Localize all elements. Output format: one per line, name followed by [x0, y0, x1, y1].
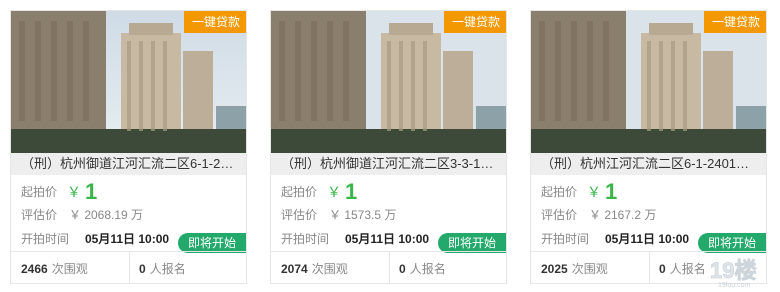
card-footer: 2074 次围观 0 人报名	[271, 251, 506, 283]
property-title[interactable]: （刑）杭州御道江河汇流二区6-1-2801及-1-...	[11, 153, 246, 175]
status-badge: 即将开始	[177, 233, 246, 253]
signups-label: 人报名	[669, 262, 706, 276]
signups-label: 人报名	[149, 262, 186, 276]
eval-price-row: 评估价 ￥ 2068.19 万	[21, 203, 241, 227]
views-label: 次围观	[571, 262, 608, 276]
start-time-value: 05月11日 10:00	[85, 232, 170, 246]
start-time-label: 开拍时间	[541, 232, 590, 246]
loan-tag[interactable]: 一键贷款	[443, 11, 506, 33]
signups-count: 0	[399, 262, 406, 276]
site-watermark-logo: 19楼 19lou.com	[710, 258, 757, 288]
property-title[interactable]: （刑）杭州江河汇流二区6-1-2401及4-1-...	[531, 153, 766, 175]
start-time-label: 开拍时间	[21, 232, 70, 246]
auction-card-2[interactable]: 一键贷款 （刑）杭州御道江河汇流二区3-3-1201及-1-... 起拍价￥1 …	[270, 10, 507, 284]
currency-symbol: ￥	[327, 183, 341, 200]
footer-divider	[389, 252, 390, 283]
svg-text:19楼: 19楼	[710, 258, 756, 283]
loan-tag[interactable]: 一键贷款	[183, 11, 246, 33]
start-price-value: 1	[85, 178, 98, 204]
views-label: 次围观	[311, 262, 348, 276]
signups-stat: 0 人报名	[659, 252, 706, 283]
loan-tag[interactable]: 一键贷款	[703, 11, 766, 33]
property-photo[interactable]: 一键贷款	[271, 11, 506, 153]
start-price-label: 起拍价	[541, 184, 578, 199]
start-price-value: 1	[345, 178, 358, 204]
signups-stat: 0 人报名	[139, 252, 186, 283]
property-photo[interactable]: 一键贷款	[11, 11, 246, 153]
eval-price-label: 评估价	[281, 208, 318, 222]
signups-count: 0	[139, 262, 146, 276]
eval-price-label: 评估价	[541, 208, 578, 222]
views-count: 2025	[541, 262, 568, 276]
status-badge: 即将开始	[437, 233, 506, 253]
property-title[interactable]: （刑）杭州御道江河汇流二区3-3-1201及-1-...	[271, 153, 506, 175]
start-price-label: 起拍价	[21, 184, 58, 199]
signups-stat: 0 人报名	[399, 252, 446, 283]
views-label: 次围观	[51, 262, 88, 276]
eval-price-row: 评估价 ￥ 2167.2 万	[541, 203, 761, 227]
eval-price-value: ￥ 2167.2 万	[589, 208, 657, 222]
card-footer: 2466 次围观 0 人报名	[11, 251, 246, 283]
status-badge: 即将开始	[697, 233, 766, 253]
views-stat: 2074 次围观	[281, 252, 348, 283]
svg-text:19lou.com: 19lou.com	[718, 282, 750, 288]
eval-price-row: 评估价 ￥ 1573.5 万	[281, 203, 501, 227]
start-price-label: 起拍价	[281, 184, 318, 199]
auction-card-1[interactable]: 一键贷款 （刑）杭州御道江河汇流二区6-1-2801及-1-... 起拍价￥1 …	[10, 10, 247, 284]
auction-card-3[interactable]: 一键贷款 （刑）杭州江河汇流二区6-1-2401及4-1-... 起拍价 ￥ 1 评…	[530, 10, 767, 284]
start-price-value: 1	[605, 178, 618, 204]
eval-price-value: ￥ 1573.5 万	[329, 208, 397, 222]
eval-price-value: ￥ 2068.19 万	[69, 208, 144, 222]
views-count: 2074	[281, 262, 308, 276]
footer-divider	[649, 252, 650, 283]
views-stat: 2466 次围观	[21, 252, 88, 283]
start-price-row: 起拍价 ￥ 1	[21, 179, 241, 203]
start-price-row: 起拍价 ￥ 1	[541, 179, 761, 203]
signups-count: 0	[659, 262, 666, 276]
start-time-value: 05月11日 10:00	[605, 232, 690, 246]
currency-symbol: ￥	[587, 183, 601, 200]
signups-label: 人报名	[409, 262, 446, 276]
start-price-row: 起拍价 ￥ 1	[281, 179, 501, 203]
eval-price-label: 评估价	[21, 208, 58, 222]
property-photo[interactable]: 一键贷款	[531, 11, 766, 153]
views-stat: 2025 次围观	[541, 252, 608, 283]
currency-symbol: ￥	[67, 183, 81, 200]
start-time-value: 05月11日 10:00	[345, 232, 430, 246]
start-time-label: 开拍时间	[281, 232, 330, 246]
views-count: 2466	[21, 262, 48, 276]
footer-divider	[129, 252, 130, 283]
